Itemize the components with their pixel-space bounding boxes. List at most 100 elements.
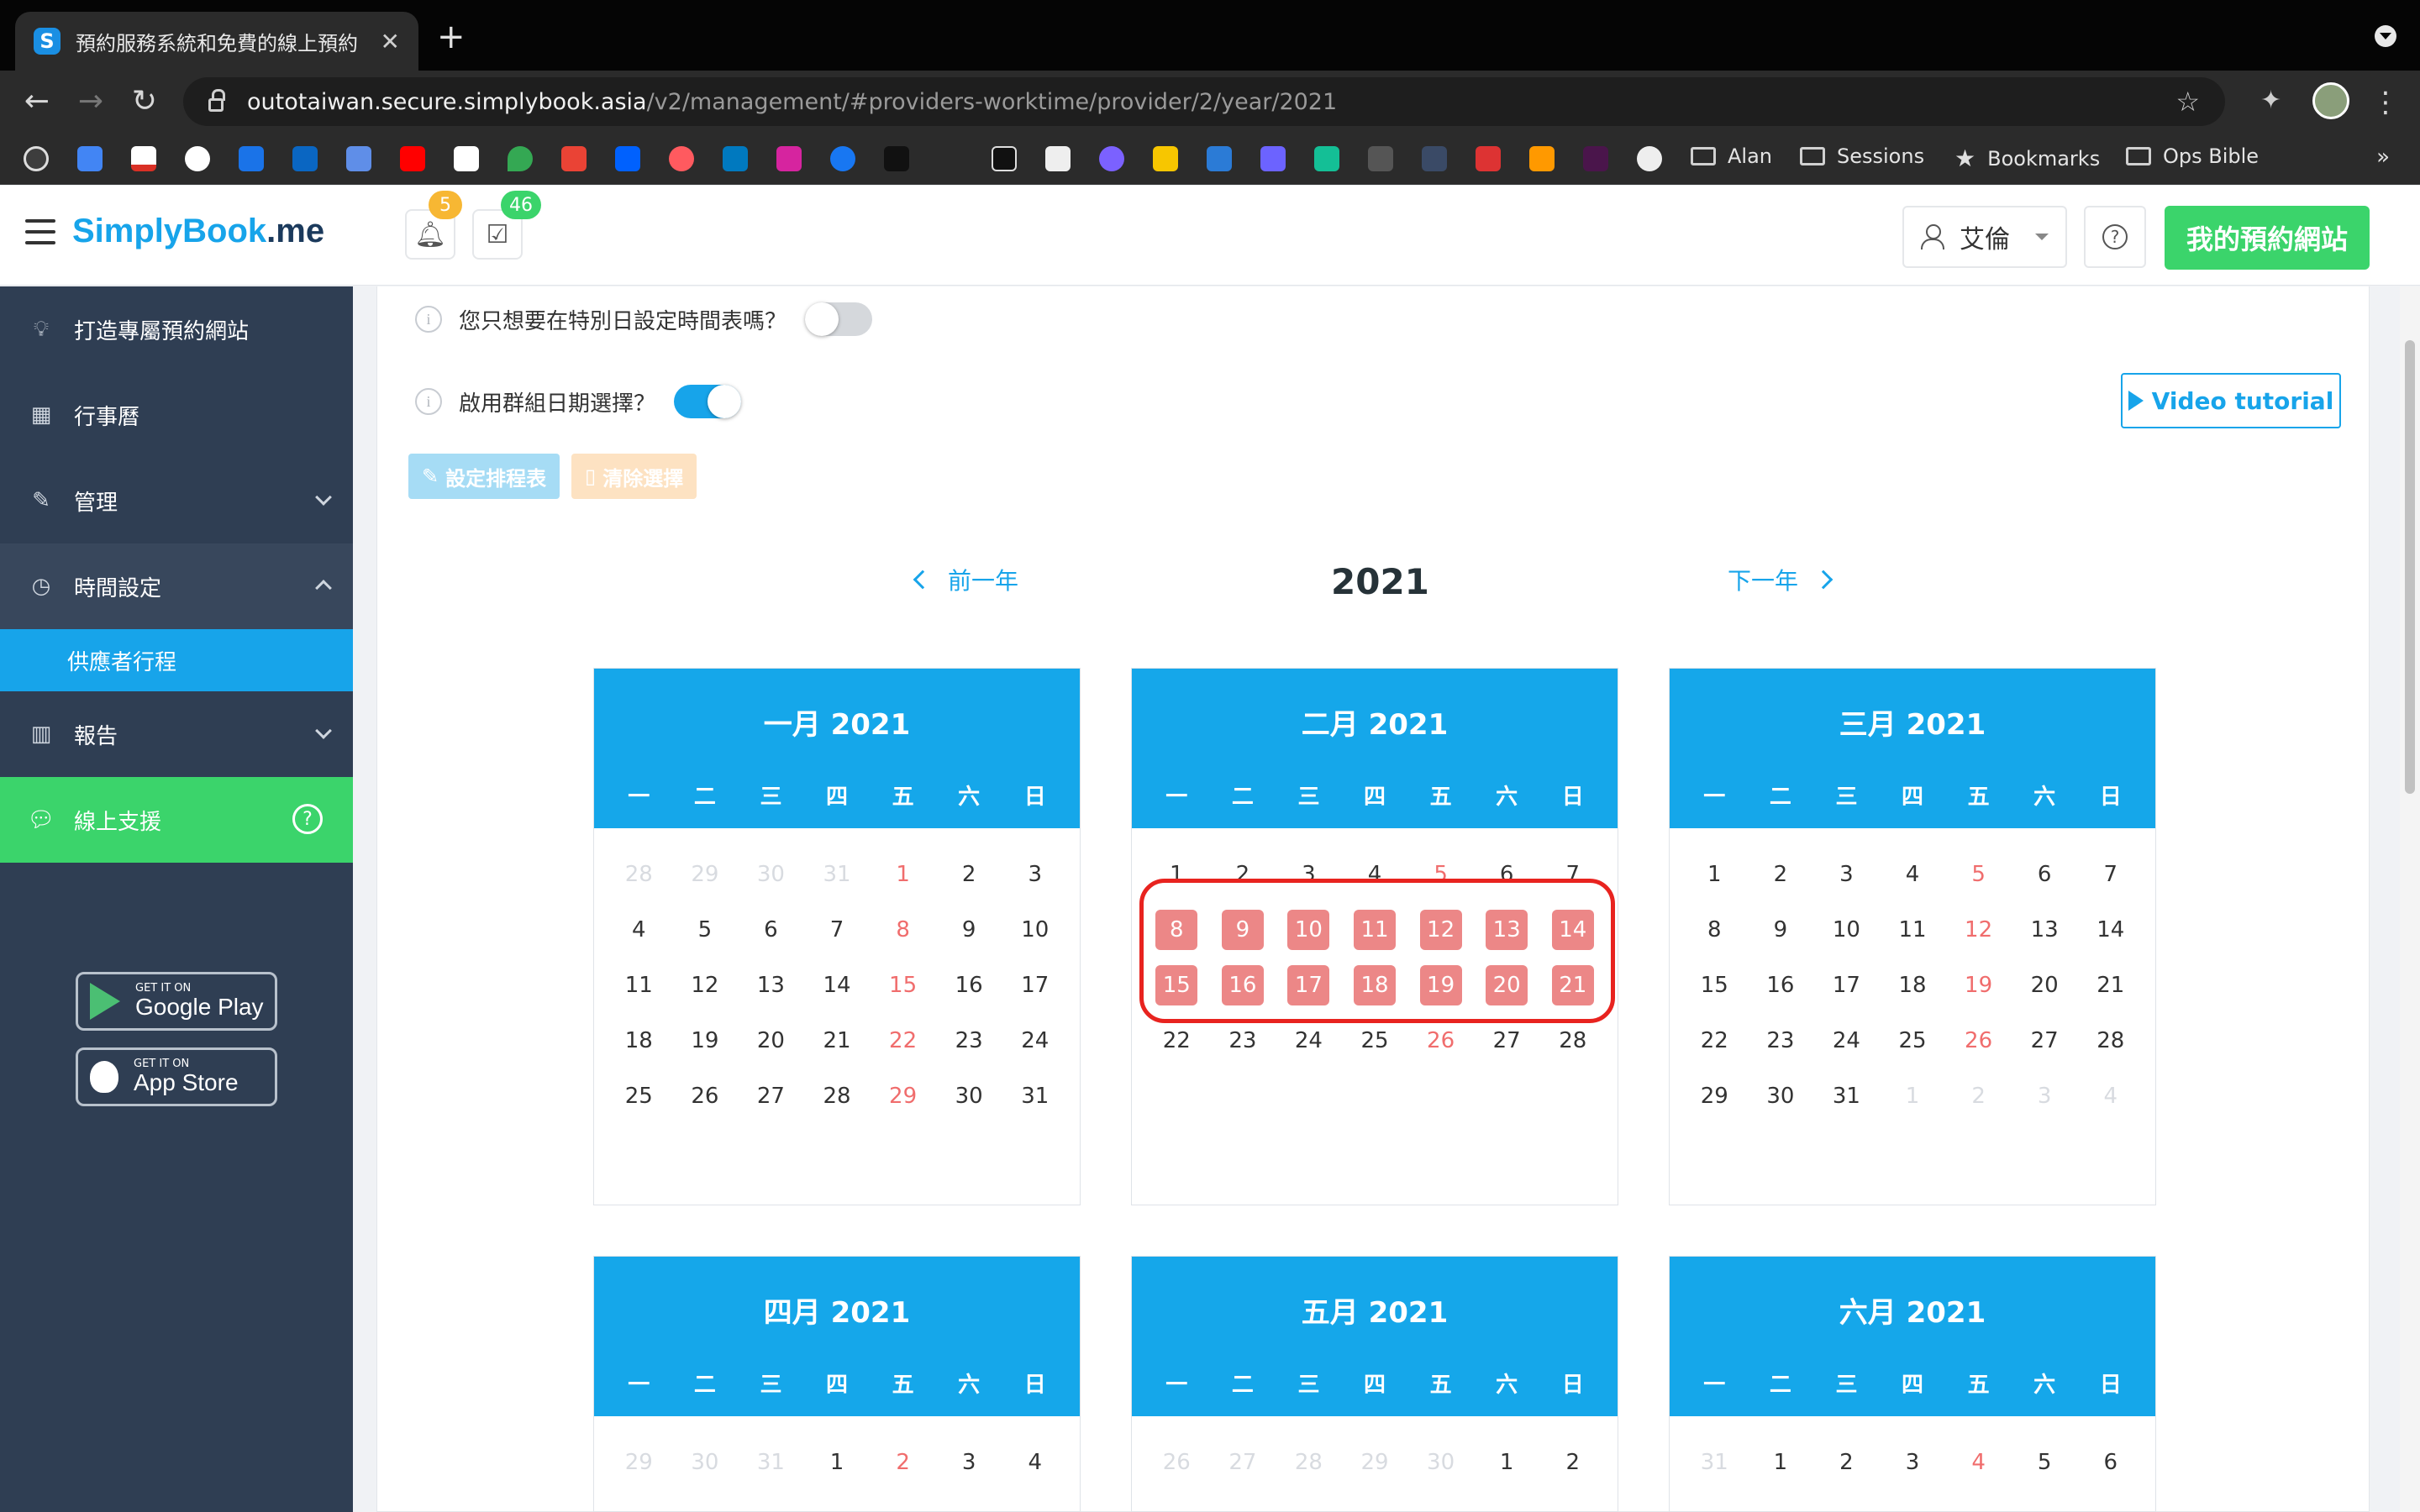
day-cell[interactable]: 11: [1342, 910, 1408, 950]
reload-icon[interactable]: ↻: [126, 82, 163, 119]
instagram-bookmark-icon[interactable]: [776, 146, 802, 171]
day-cell[interactable]: 28: [1539, 1021, 1606, 1061]
sidebar-item-build-site[interactable]: 💡︎ 打造專屬預約網站: [0, 286, 353, 372]
day-cell[interactable]: 20: [2012, 965, 2078, 1005]
notion-bookmark-icon[interactable]: [454, 146, 479, 171]
day-cell[interactable]: 14: [804, 965, 871, 1005]
bookmark-star-icon[interactable]: ☆: [2175, 86, 2200, 118]
day-cell[interactable]: 9: [1748, 910, 1814, 950]
maps-bookmark-icon[interactable]: [508, 146, 533, 171]
day-cell[interactable]: 26: [672, 1076, 739, 1116]
day-cell[interactable]: 29: [870, 1076, 936, 1116]
maps-pin-bookmark-icon[interactable]: [561, 146, 587, 171]
day-cell[interactable]: 12: [1945, 910, 2012, 950]
day-cell[interactable]: 6: [2012, 854, 2078, 895]
help-button[interactable]: ?: [2084, 206, 2146, 268]
tasks-button[interactable]: ☑ 46: [472, 191, 541, 260]
day-cell[interactable]: 7: [1539, 854, 1606, 895]
user-menu-dropdown[interactable]: 艾倫: [1902, 206, 2067, 268]
day-cell[interactable]: 5: [672, 910, 739, 950]
day-cell[interactable]: 27: [2012, 1021, 2078, 1061]
group-dates-toggle[interactable]: [674, 385, 742, 418]
day-cell[interactable]: 6: [2077, 1442, 2144, 1483]
forward-arrow-icon[interactable]: →: [72, 82, 109, 119]
day-cell[interactable]: 8: [870, 910, 936, 950]
day-cell[interactable]: 1: [1474, 1442, 1540, 1483]
youtube-bookmark-icon[interactable]: [400, 146, 425, 171]
day-cell[interactable]: 10: [1813, 910, 1880, 950]
bookmark-folder-bookmarks[interactable]: ★ Bookmarks: [1954, 144, 2100, 172]
day-cell[interactable]: 23: [1748, 1021, 1814, 1061]
day-cell[interactable]: 18: [606, 1021, 672, 1061]
day-cell[interactable]: 9: [936, 910, 1002, 950]
new-tab-icon[interactable]: +: [437, 20, 466, 54]
hex-bookmark-icon[interactable]: [1476, 146, 1501, 171]
day-cell[interactable]: 13: [1474, 910, 1540, 950]
day-cell[interactable]: 11: [606, 965, 672, 1005]
day-cell[interactable]: 8: [1681, 910, 1748, 950]
tab-search-icon[interactable]: [2375, 25, 2396, 47]
day-cell[interactable]: 3: [1276, 854, 1342, 895]
day-cell[interactable]: 25: [1342, 1021, 1408, 1061]
day-cell[interactable]: 17: [1813, 965, 1880, 1005]
facebook-bookmark-icon[interactable]: [830, 146, 855, 171]
day-cell[interactable]: 4: [1342, 854, 1408, 895]
info-icon[interactable]: i: [415, 388, 442, 415]
day-cell[interactable]: 23: [936, 1021, 1002, 1061]
trello-bookmark-icon[interactable]: [723, 146, 748, 171]
day-cell[interactable]: 28: [2077, 1021, 2144, 1061]
day-cell[interactable]: 8: [1144, 910, 1210, 950]
close-tab-icon[interactable]: ✕: [381, 28, 400, 55]
dev-bookmark-icon[interactable]: [1422, 146, 1447, 171]
day-cell[interactable]: 2: [936, 854, 1002, 895]
day-cell[interactable]: 21: [1539, 965, 1606, 1005]
day-cell[interactable]: 2: [870, 1442, 936, 1483]
hamburger-menu-icon[interactable]: [25, 219, 55, 244]
day-cell[interactable]: 12: [672, 965, 739, 1005]
video-tutorial-button[interactable]: Video tutorial: [2121, 373, 2341, 428]
b-bookmark-icon[interactable]: [884, 146, 909, 171]
day-cell[interactable]: 14: [2077, 910, 2144, 950]
day-cell[interactable]: 2: [1748, 854, 1814, 895]
scrollbar-thumb[interactable]: [2405, 340, 2415, 794]
khan-bookmark-icon[interactable]: [1314, 146, 1339, 171]
day-cell[interactable]: 4: [1880, 854, 1946, 895]
sidebar-subitem-provider-schedule[interactable]: 供應者行程: [0, 629, 353, 691]
day-cell[interactable]: 30: [936, 1076, 1002, 1116]
my-booking-site-button[interactable]: 我的預約網站: [2165, 206, 2370, 270]
day-cell[interactable]: 3: [1880, 1442, 1946, 1483]
bookmarks-overflow-icon[interactable]: »: [2376, 144, 2390, 170]
sidebar-item-online-support[interactable]: 💬︎ 線上支援 ?: [0, 777, 353, 863]
edx-bookmark-icon[interactable]: [1260, 146, 1286, 171]
day-cell[interactable]: 28: [804, 1076, 871, 1116]
simplybook-logo[interactable]: SimplyBook.me: [72, 213, 324, 250]
day-cell[interactable]: 17: [1002, 965, 1068, 1005]
day-cell[interactable]: 4: [1945, 1442, 2012, 1483]
day-cell[interactable]: 26: [1945, 1021, 2012, 1061]
day-cell[interactable]: 13: [738, 965, 804, 1005]
day-cell[interactable]: 19: [1407, 965, 1474, 1005]
day-cell[interactable]: 31: [1813, 1076, 1880, 1116]
day-cell[interactable]: 31: [1002, 1076, 1068, 1116]
day-cell[interactable]: 19: [1945, 965, 2012, 1005]
day-cell[interactable]: 16: [936, 965, 1002, 1005]
special-days-toggle[interactable]: [805, 302, 873, 336]
sidebar-item-reports[interactable]: ▥ 報告: [0, 691, 353, 777]
news-bookmark-icon[interactable]: [1045, 146, 1071, 171]
browser-menu-icon[interactable]: ⋮: [2371, 86, 2400, 119]
day-cell[interactable]: 6: [1474, 854, 1540, 895]
day-cell[interactable]: 4: [1002, 1442, 1068, 1483]
day-cell[interactable]: 22: [870, 1021, 936, 1061]
bookmark-folder-sessions[interactable]: Sessions: [1800, 144, 1924, 168]
day-cell[interactable]: 21: [2077, 965, 2144, 1005]
google-play-button[interactable]: GET IT ON Google Play: [76, 972, 277, 1031]
notifications-button[interactable]: 🔔︎ 5: [405, 191, 462, 260]
planet-bookmark-icon[interactable]: [1099, 146, 1124, 171]
address-bar[interactable]: outotaiwan.secure.simplybook.asia/v2/man…: [183, 77, 2225, 126]
day-cell[interactable]: 26: [1407, 1021, 1474, 1061]
day-cell[interactable]: 2: [1210, 854, 1276, 895]
clear-selection-button[interactable]: ▯ 清除選擇: [571, 454, 697, 499]
google-bookmark-icon[interactable]: [185, 146, 210, 171]
fb-text-bookmark-icon[interactable]: [992, 146, 1017, 171]
colors-bookmark-icon[interactable]: [1529, 146, 1555, 171]
